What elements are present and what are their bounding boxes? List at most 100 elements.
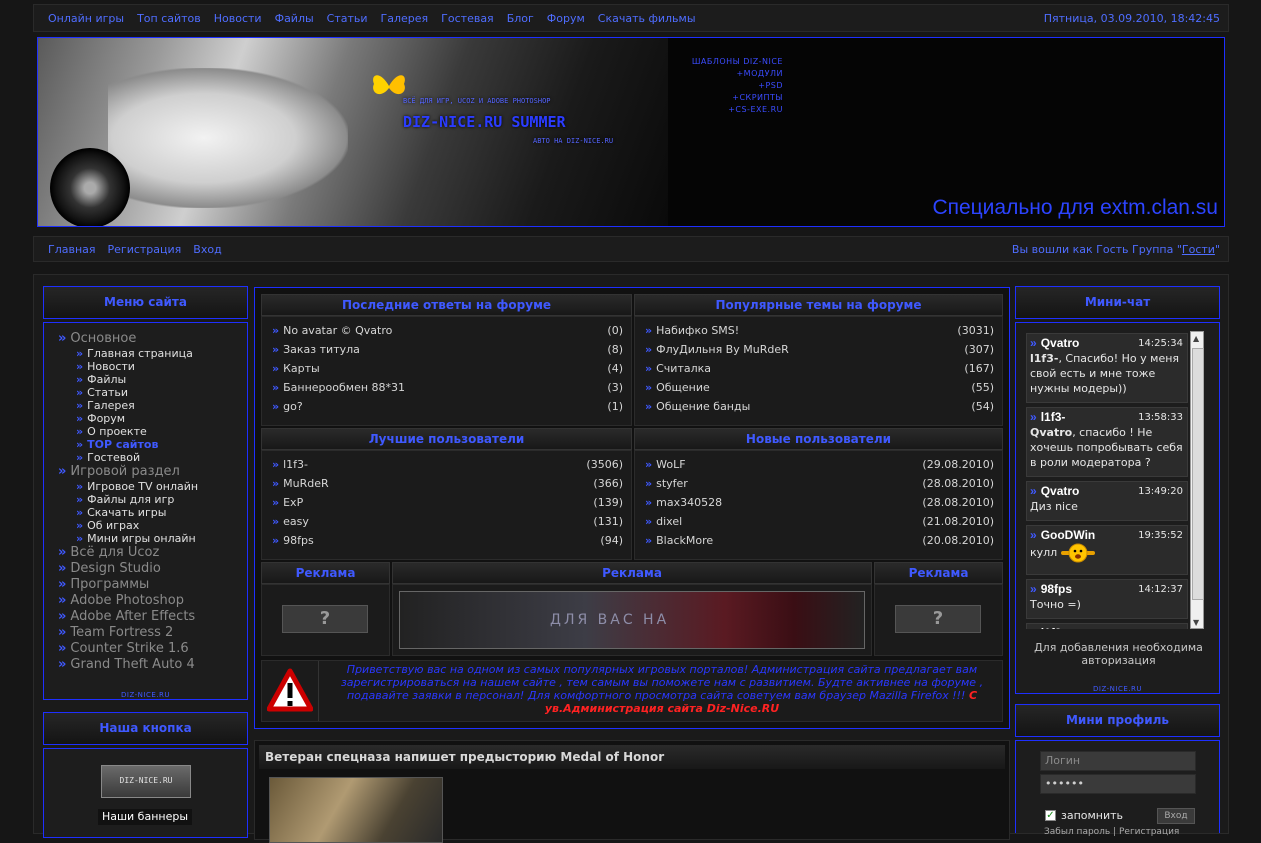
- top-nav-link[interactable]: Топ сайтов: [137, 12, 201, 25]
- row-label[interactable]: l1f3-: [283, 458, 308, 471]
- our-banners-link[interactable]: Наши баннеры: [98, 809, 192, 825]
- list-row[interactable]: styfer (28.08.2010): [645, 475, 994, 493]
- login-input[interactable]: Логин: [1040, 751, 1196, 771]
- top-nav-link[interactable]: Блог: [507, 12, 534, 25]
- news-title[interactable]: Ветеран спецназа напишет предысторию Med…: [259, 745, 1005, 769]
- password-input[interactable]: ••••••: [1040, 774, 1196, 794]
- mini-chat-scrollbar[interactable]: ▲ ▼: [1190, 331, 1204, 629]
- login-button[interactable]: Вход: [1157, 808, 1195, 824]
- menu-item[interactable]: Новости: [58, 360, 198, 373]
- list-row[interactable]: Набифко SMS! (3031): [645, 322, 994, 340]
- row-label[interactable]: Считалка: [656, 362, 711, 375]
- row-label[interactable]: No avatar © Qvatro: [283, 324, 392, 337]
- list-row[interactable]: MuRdeR (366): [272, 475, 623, 493]
- welcome-text: Приветствую вас на одном из самых популя…: [340, 663, 984, 702]
- row-label[interactable]: easy: [283, 515, 309, 528]
- menu-section[interactable]: Игровой раздел: [58, 464, 198, 480]
- ad-right-placeholder[interactable]: ?: [895, 605, 981, 633]
- menu-section[interactable]: Программы: [58, 577, 198, 593]
- menu-section[interactable]: Grand Theft Auto 4: [58, 657, 198, 673]
- menu-item[interactable]: Статьи: [58, 386, 198, 399]
- remember-checkbox[interactable]: ✓: [1045, 810, 1056, 821]
- list-row[interactable]: 98fps (94): [272, 532, 623, 550]
- row-label[interactable]: WoLF: [656, 458, 685, 471]
- ad-left-placeholder[interactable]: ?: [282, 605, 368, 633]
- scroll-thumb[interactable]: [1192, 348, 1204, 600]
- site-button-badge[interactable]: DIZ-NICE.RU: [101, 765, 191, 798]
- menu-section[interactable]: Всё для Ucoz: [58, 545, 198, 561]
- menu-item[interactable]: Мини игры онлайн: [58, 532, 198, 545]
- sub-nav-link[interactable]: Регистрация: [108, 243, 182, 256]
- top-nav-link[interactable]: Статьи: [327, 12, 368, 25]
- top-nav-link[interactable]: Форум: [547, 12, 585, 25]
- row-label[interactable]: ExP: [283, 496, 303, 509]
- list-row[interactable]: dixel (21.08.2010): [645, 513, 994, 531]
- list-row[interactable]: No avatar © Qvatro (0): [272, 322, 623, 340]
- user-group-link[interactable]: Гости: [1182, 243, 1215, 256]
- menu-item[interactable]: Файлы для игр: [58, 493, 198, 506]
- menu-section[interactable]: Основное: [58, 331, 198, 347]
- sub-nav-link[interactable]: Главная: [48, 243, 96, 256]
- menu-item[interactable]: Гостевой: [58, 451, 198, 464]
- list-row[interactable]: ФлуДильня By MuRdeR (307): [645, 341, 994, 359]
- menu-item[interactable]: Игровое TV онлайн: [58, 480, 198, 493]
- top-nav-link[interactable]: Гостевая: [441, 12, 494, 25]
- row-label[interactable]: go?: [283, 400, 303, 413]
- row-label[interactable]: Заказ титула: [283, 343, 360, 356]
- sub-nav-link[interactable]: Вход: [193, 243, 221, 256]
- menu-item[interactable]: О проекте: [58, 425, 198, 438]
- list-row[interactable]: Общение банды (54): [645, 398, 994, 416]
- profile-bottom-links[interactable]: Забыл пароль | Регистрация: [1044, 827, 1179, 837]
- row-label[interactable]: dixel: [656, 515, 682, 528]
- site-logo[interactable]: ВСЁ ДЛЯ ИГР, UCOZ И ADOBE PHOTOSHOP DIZ-…: [403, 97, 613, 145]
- top-nav-link[interactable]: Новости: [214, 12, 262, 25]
- menu-section[interactable]: Adobe After Effects: [58, 609, 198, 625]
- list-row[interactable]: l1f3- (3506): [272, 456, 623, 474]
- menu-item[interactable]: TOP сайтов: [58, 438, 198, 451]
- list-row[interactable]: Баннерообмен 88*31 (3): [272, 379, 623, 397]
- row-label[interactable]: Карты: [283, 362, 320, 375]
- scroll-up-icon[interactable]: ▲: [1193, 334, 1199, 343]
- menu-item[interactable]: Скачать игры: [58, 506, 198, 519]
- menu-section[interactable]: Counter Strike 1.6: [58, 641, 198, 657]
- list-row[interactable]: Карты (4): [272, 360, 623, 378]
- list-row[interactable]: Общение (55): [645, 379, 994, 397]
- menu-item[interactable]: Форум: [58, 412, 198, 425]
- menu-section[interactable]: Adobe Photoshop: [58, 593, 198, 609]
- menu-item[interactable]: Об играх: [58, 519, 198, 532]
- row-label[interactable]: max340528: [656, 496, 722, 509]
- row-label[interactable]: 98fps: [283, 534, 314, 547]
- row-label[interactable]: Общение банды: [656, 400, 750, 413]
- row-label[interactable]: styfer: [656, 477, 688, 490]
- list-row[interactable]: WoLF (29.08.2010): [645, 456, 994, 474]
- list-row[interactable]: BlackMore (20.08.2010): [645, 532, 994, 550]
- list-row[interactable]: Считалка (167): [645, 360, 994, 378]
- chat-mention[interactable]: l1f3-: [1030, 352, 1058, 365]
- menu-item[interactable]: Главная страница: [58, 347, 198, 360]
- list-row[interactable]: Заказ титула (8): [272, 341, 623, 359]
- welcome-divider: [318, 661, 319, 721]
- top-nav-link[interactable]: Файлы: [275, 12, 314, 25]
- menu-item[interactable]: Файлы: [58, 373, 198, 386]
- list-row[interactable]: go? (1): [272, 398, 623, 416]
- row-label[interactable]: MuRdeR: [283, 477, 329, 490]
- list-row[interactable]: ExP (139): [272, 494, 623, 512]
- top-nav-link[interactable]: Скачать фильмы: [598, 12, 696, 25]
- row-label[interactable]: Баннерообмен 88*31: [283, 381, 405, 394]
- menu-item[interactable]: Галерея: [58, 399, 198, 412]
- row-label[interactable]: ФлуДильня By MuRdeR: [656, 343, 789, 356]
- top-nav-link[interactable]: Галерея: [381, 12, 429, 25]
- list-row[interactable]: easy (131): [272, 513, 623, 531]
- scroll-down-icon[interactable]: ▼: [1193, 618, 1199, 627]
- logo-subtitle: ВСЁ ДЛЯ ИГР, UCOZ И ADOBE PHOTOSHOP: [403, 97, 551, 105]
- menu-section[interactable]: Design Studio: [58, 561, 198, 577]
- chat-mention[interactable]: Qvatro: [1030, 426, 1072, 439]
- ad-center-banner[interactable]: ДЛЯ ВАС НА: [399, 591, 865, 649]
- row-label[interactable]: Набифко SMS!: [656, 324, 739, 337]
- news-thumbnail[interactable]: [269, 777, 443, 843]
- row-label[interactable]: BlackMore: [656, 534, 713, 547]
- menu-section[interactable]: Team Fortress 2: [58, 625, 198, 641]
- row-label[interactable]: Общение: [656, 381, 710, 394]
- list-row[interactable]: max340528 (28.08.2010): [645, 494, 994, 512]
- top-nav-link[interactable]: Онлайн игры: [48, 12, 124, 25]
